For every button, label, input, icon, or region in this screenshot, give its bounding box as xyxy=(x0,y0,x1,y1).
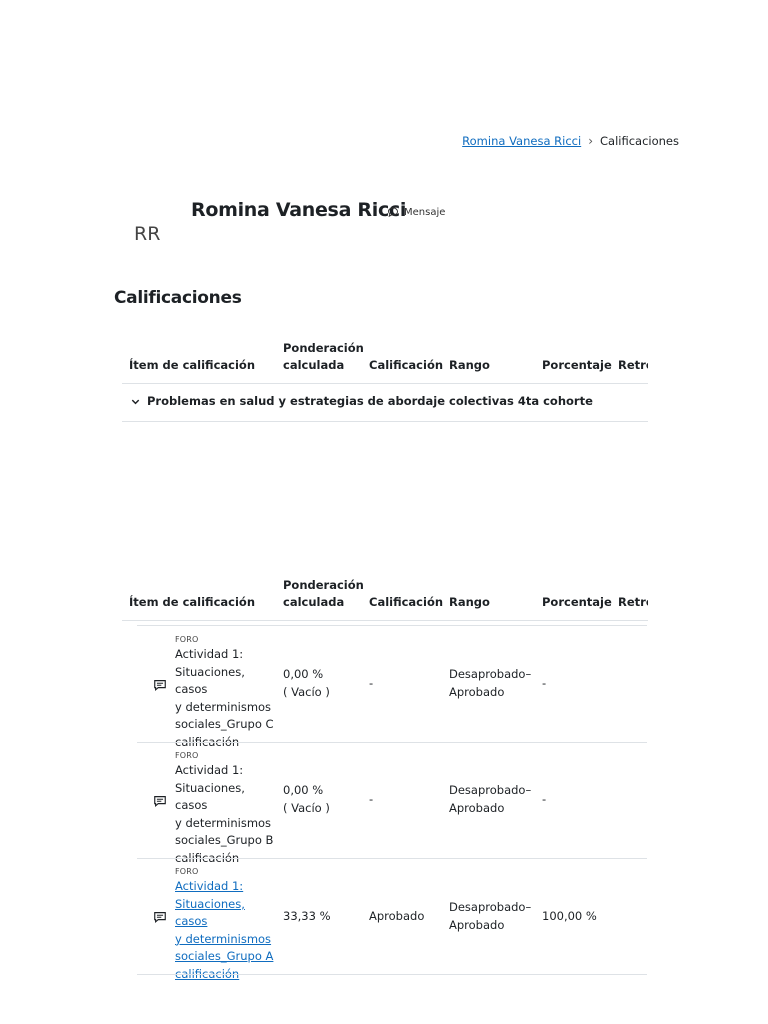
range-line2: Aprobado xyxy=(449,918,505,932)
chevron-down-icon xyxy=(131,399,140,404)
header-feedback: Retro xyxy=(618,358,648,372)
forum-icon xyxy=(154,680,166,692)
name-line: sociales_Grupo A xyxy=(175,949,274,963)
breadcrumb: Romina Vanesa Ricci › Calificaciones xyxy=(462,134,679,148)
weight-value: 0,00 % xyxy=(283,783,324,797)
grade-item-link[interactable]: Actividad 1: Situaciones, casos y determ… xyxy=(175,878,275,983)
page-title: Romina Vanesa Ricci xyxy=(191,199,407,221)
range-line2: Aprobado xyxy=(449,801,505,815)
section-title: Calificaciones xyxy=(114,288,242,308)
name-line: y determinismos xyxy=(175,815,272,830)
range-line1: Desaprobado– xyxy=(449,783,532,797)
percentage-value: 100,00 % xyxy=(542,909,597,923)
header-range: Rango xyxy=(449,595,490,609)
forum-icon xyxy=(154,796,166,808)
table-row: FORO Actividad 1: Situaciones, casos y d… xyxy=(137,627,647,749)
header-item: Ítem de calificación xyxy=(129,595,256,609)
percentage-value: - xyxy=(542,792,547,806)
avatar: RR xyxy=(134,223,161,245)
percentage-value: - xyxy=(542,676,547,690)
header-weight-line1: Ponderación xyxy=(283,578,364,592)
divider xyxy=(122,421,648,422)
divider xyxy=(137,974,647,975)
name-line: y determinismos xyxy=(175,699,272,714)
name-line: Situaciones, casos xyxy=(175,896,245,929)
table-row: FORO Actividad 1: Situaciones, casos y d… xyxy=(137,859,647,981)
range-line2: Aprobado xyxy=(449,685,505,699)
range-line1: Desaprobado– xyxy=(449,900,532,914)
name-line: y determinismos xyxy=(175,931,272,946)
weight-note: ( Vacío ) xyxy=(283,801,330,815)
name-line: Situaciones, casos xyxy=(175,664,245,697)
header-weight-line2: calculada xyxy=(283,358,345,372)
table-row: FORO Actividad 1: Situaciones, casos y d… xyxy=(137,743,647,865)
name-line: Actividad 1: xyxy=(175,647,244,661)
grade-item-name: Actividad 1: Situaciones, casos y determ… xyxy=(175,762,275,867)
breadcrumb-user-link[interactable]: Romina Vanesa Ricci xyxy=(462,134,581,148)
forum-icon xyxy=(154,912,166,924)
table-header: Ítem de calificación Ponderación calcula… xyxy=(122,340,648,400)
weight-note: ( Vacío ) xyxy=(283,685,330,699)
grade-value: - xyxy=(369,792,374,806)
category-row[interactable]: Problemas en salud y estrategias de abor… xyxy=(130,394,593,408)
header-percentage: Porcentaje xyxy=(542,358,612,372)
item-type: FORO xyxy=(175,635,199,644)
name-line: Situaciones, casos xyxy=(175,780,245,813)
divider xyxy=(122,383,648,384)
category-name: Problemas en salud y estrategias de abor… xyxy=(147,394,593,408)
header-weight-line1: Ponderación xyxy=(283,341,364,355)
weight-value: 0,00 % xyxy=(283,667,324,681)
breadcrumb-current: Calificaciones xyxy=(600,134,679,148)
grade-item-name: Actividad 1: Situaciones, casos y determ… xyxy=(175,646,275,751)
divider xyxy=(137,625,647,626)
divider xyxy=(122,620,648,621)
header-item: Ítem de calificación xyxy=(129,358,256,372)
name-line: Actividad 1: xyxy=(175,763,244,777)
speech-bubble-icon xyxy=(388,207,398,218)
header-percentage: Porcentaje xyxy=(542,595,612,609)
name-line: sociales_Grupo C xyxy=(175,717,274,731)
header-range: Rango xyxy=(449,358,490,372)
item-type: FORO xyxy=(175,867,199,876)
grade-value: - xyxy=(369,676,374,690)
message-button[interactable]: Mensaje xyxy=(387,206,445,218)
header-weight-line2: calculada xyxy=(283,595,345,609)
header-feedback: Retro xyxy=(618,595,648,609)
item-type: FORO xyxy=(175,751,199,760)
header-grade: Calificación xyxy=(369,595,444,609)
name-line: Actividad 1: xyxy=(175,879,244,893)
grade-value: Aprobado xyxy=(369,909,425,923)
range-line1: Desaprobado– xyxy=(449,667,532,681)
message-label: Mensaje xyxy=(404,206,446,218)
header-grade: Calificación xyxy=(369,358,444,372)
weight-value: 33,33 % xyxy=(283,909,331,923)
chevron-right-icon: › xyxy=(588,134,593,148)
name-line: sociales_Grupo B xyxy=(175,833,274,847)
